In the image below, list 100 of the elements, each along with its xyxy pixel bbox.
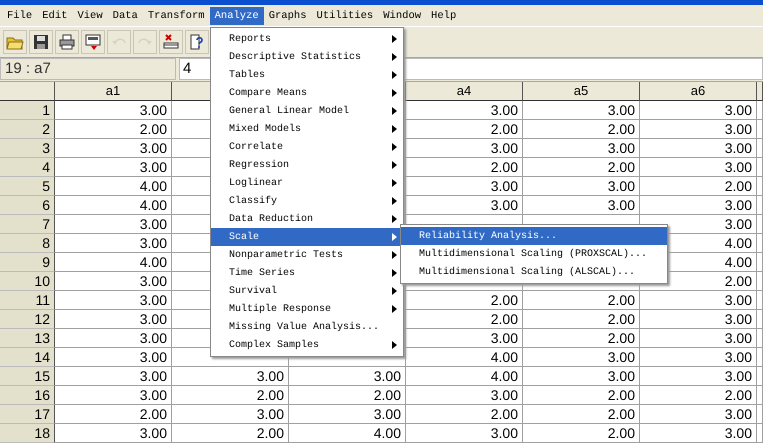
- menu-item[interactable]: Loglinear: [211, 174, 403, 192]
- column-header: [757, 82, 763, 101]
- go-to-case-button[interactable]: [159, 30, 183, 54]
- table-cell: 2.00: [640, 386, 757, 405]
- row-number: 7: [0, 215, 55, 234]
- table-cell: 2.00: [523, 405, 640, 424]
- table-cell: 3.00: [523, 139, 640, 158]
- table-cell: 4.00: [55, 253, 172, 272]
- menu-item[interactable]: Data Reduction: [211, 210, 403, 228]
- table-cell: 2.00: [406, 158, 523, 177]
- floppy-disk-button[interactable]: [29, 30, 53, 54]
- menu-item[interactable]: Correlate: [211, 138, 403, 156]
- row-number: 15: [0, 367, 55, 386]
- table-cell: 4.00: [55, 177, 172, 196]
- menu-item[interactable]: Missing Value Analysis...: [211, 318, 403, 336]
- table-cell: 3.00: [640, 101, 757, 120]
- row-number: 1: [0, 101, 55, 120]
- menu-item[interactable]: Reliability Analysis...: [401, 227, 667, 245]
- row-number: 4: [0, 158, 55, 177]
- row-number: 18: [0, 424, 55, 443]
- menu-item[interactable]: Window: [378, 6, 426, 24]
- row-number: 9: [0, 253, 55, 272]
- menu-item[interactable]: Utilities: [312, 6, 378, 24]
- column-header: a5: [523, 82, 640, 101]
- menu-item[interactable]: Compare Means: [211, 84, 403, 102]
- table-cell: 2.00: [406, 120, 523, 139]
- table-cell: 3.00: [406, 386, 523, 405]
- monitor-icon: [84, 33, 102, 51]
- row-number: 5: [0, 177, 55, 196]
- variables-button[interactable]: [185, 30, 209, 54]
- row-number: 2: [0, 120, 55, 139]
- table-cell: 3.00: [406, 101, 523, 120]
- table-cell: 3.00: [55, 101, 172, 120]
- menu-item[interactable]: Time Series: [211, 264, 403, 282]
- table-cell: 3.00: [640, 139, 757, 158]
- menu-item[interactable]: Analyze: [210, 6, 264, 24]
- menu-item[interactable]: Edit: [37, 6, 72, 24]
- table-cell: 2.00: [55, 120, 172, 139]
- row-number: 6: [0, 196, 55, 215]
- table-cell: 3.00: [640, 120, 757, 139]
- table-cell: 2.00: [55, 405, 172, 424]
- table-cell: 3.00: [55, 291, 172, 310]
- menu-item[interactable]: View: [72, 6, 108, 24]
- menu-item[interactable]: Transform: [142, 6, 210, 24]
- table-cell: 2.00: [172, 386, 289, 405]
- row-number: 14: [0, 348, 55, 367]
- table-cell: 3.00: [640, 196, 757, 215]
- corner-header: [0, 82, 55, 101]
- table-cell: 2.00: [289, 386, 406, 405]
- menu-item[interactable]: Multiple Response: [211, 300, 403, 318]
- menu-item[interactable]: Reports: [211, 30, 403, 48]
- table-cell: 4.00: [289, 424, 406, 443]
- printer-button[interactable]: [55, 30, 79, 54]
- printer-icon: [58, 33, 76, 51]
- table-cell: 3.00: [406, 329, 523, 348]
- table-cell: 3.00: [55, 367, 172, 386]
- row-number: 10: [0, 272, 55, 291]
- menu-item[interactable]: Graphs: [264, 6, 312, 24]
- menu-item[interactable]: Help: [426, 6, 462, 24]
- menu-item[interactable]: Classify: [211, 192, 403, 210]
- table-cell: 3.00: [640, 329, 757, 348]
- table-cell: 3.00: [640, 348, 757, 367]
- monitor-button[interactable]: [81, 30, 105, 54]
- menu-item[interactable]: Scale: [211, 228, 403, 246]
- table-cell: 3.00: [406, 196, 523, 215]
- menu-item[interactable]: Complex Samples: [211, 336, 403, 354]
- table-cell: 3.00: [523, 348, 640, 367]
- table-cell: 4.00: [406, 348, 523, 367]
- table-cell: 2.00: [406, 405, 523, 424]
- table-cell: 3.00: [640, 158, 757, 177]
- menu-item[interactable]: Data: [108, 6, 143, 24]
- table-cell: 2.00: [406, 310, 523, 329]
- table-cell: 3.00: [55, 234, 172, 253]
- row-number: 11: [0, 291, 55, 310]
- cell-reference: 19 : a7: [0, 58, 176, 80]
- table-cell: 3.00: [523, 196, 640, 215]
- folder-button[interactable]: [3, 30, 27, 54]
- menu-item[interactable]: General Linear Model: [211, 102, 403, 120]
- menu-item[interactable]: File: [2, 6, 38, 24]
- menu-item[interactable]: Nonparametric Tests: [211, 246, 403, 264]
- table-cell: 3.00: [640, 291, 757, 310]
- table-cell: 3.00: [172, 405, 289, 424]
- table-cell: 3.00: [640, 310, 757, 329]
- table-cell: 3.00: [523, 177, 640, 196]
- table-cell: 4.00: [55, 196, 172, 215]
- row-number: 8: [0, 234, 55, 253]
- table-cell: 3.00: [55, 139, 172, 158]
- table-cell: 3.00: [55, 310, 172, 329]
- go-to-case-icon: [162, 33, 180, 51]
- table-cell: 3.00: [55, 272, 172, 291]
- table-cell: 3.00: [406, 177, 523, 196]
- table-cell: 3.00: [523, 367, 640, 386]
- menu-item[interactable]: Regression: [211, 156, 403, 174]
- table-cell: 2.00: [523, 158, 640, 177]
- column-header: a1: [55, 82, 172, 101]
- table-cell: 3.00: [172, 367, 289, 386]
- menu-item[interactable]: Survival: [211, 282, 403, 300]
- menu-item[interactable]: Mixed Models: [211, 120, 403, 138]
- row-number: 3: [0, 139, 55, 158]
- table-cell: 2.00: [523, 310, 640, 329]
